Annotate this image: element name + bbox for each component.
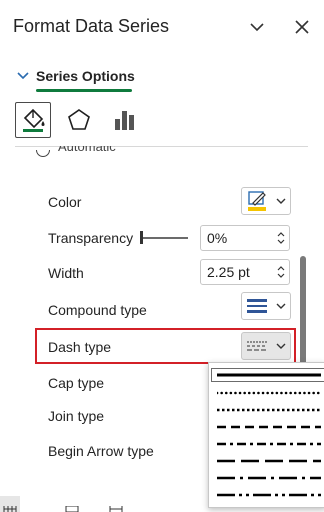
pen-color-icon <box>248 191 266 211</box>
chevron-down-icon <box>250 23 264 32</box>
compound-type-label: Compound type <box>48 302 147 318</box>
chevron-down-icon <box>17 72 29 80</box>
bar-chart-icon <box>115 111 134 130</box>
dash-option-round-dot[interactable] <box>217 386 321 400</box>
close-icon <box>295 20 309 34</box>
dash-option-dash-dot[interactable] <box>217 437 321 451</box>
color-label: Color <box>48 194 82 210</box>
transparency-label: Transparency <box>48 230 134 246</box>
chevron-down-icon[interactable] <box>277 239 285 245</box>
page-break-preview-button[interactable] <box>94 496 138 512</box>
chevron-down-icon <box>274 194 288 208</box>
page-break-icon <box>109 506 123 512</box>
automatic-label: Automatic <box>58 146 116 154</box>
page-layout-button[interactable] <box>50 496 94 512</box>
dash-option-long-dash[interactable] <box>217 454 321 468</box>
grid-icon <box>3 506 17 512</box>
join-type-label: Join type <box>48 408 105 424</box>
transparency-spinner[interactable]: 0% <box>200 225 290 251</box>
transparency-slider[interactable] <box>140 237 188 239</box>
fill-line-tab[interactable] <box>15 102 51 138</box>
series-options-icon-tab[interactable] <box>107 102 143 138</box>
spinner-arrows[interactable] <box>277 265 285 279</box>
effects-tab[interactable] <box>61 102 97 138</box>
page-layout-icon <box>65 506 79 512</box>
dash-option-long-dash-dot-dot[interactable] <box>217 488 321 502</box>
dash-type-highlight <box>35 328 296 364</box>
active-tab-indicator <box>36 89 132 92</box>
pentagon-icon <box>68 109 90 130</box>
chevron-up-icon[interactable] <box>277 231 285 237</box>
automatic-radio[interactable] <box>36 150 52 158</box>
dash-option-dash[interactable] <box>217 420 321 434</box>
pane-header: Format Data Series <box>0 0 324 56</box>
spinner-arrows[interactable] <box>277 231 285 245</box>
format-category-tabs <box>15 102 143 140</box>
cap-type-label: Cap type <box>48 375 105 391</box>
dash-option-long-dash-dot[interactable] <box>217 471 321 485</box>
outline-color-picker[interactable] <box>241 187 291 215</box>
dash-option-solid[interactable] <box>211 368 324 382</box>
chevron-down-icon <box>274 299 288 313</box>
close-pane-button[interactable] <box>289 14 315 40</box>
collapse-pane-button[interactable] <box>244 14 270 40</box>
dash-option-square-dot[interactable] <box>217 403 321 417</box>
chevron-down-icon[interactable] <box>277 273 285 279</box>
transparency-slider-thumb[interactable] <box>140 231 143 244</box>
status-bar <box>0 496 210 512</box>
transparency-value[interactable]: 0% <box>207 230 227 246</box>
series-options-label: Series Options <box>36 68 135 84</box>
series-options-tab[interactable]: Series Options <box>16 62 135 90</box>
chevron-up-icon[interactable] <box>277 265 285 271</box>
width-label: Width <box>48 265 84 281</box>
compound-lines-icon <box>247 299 267 313</box>
width-spinner[interactable]: 2.25 pt <box>200 259 290 285</box>
paint-bucket-icon <box>23 108 45 132</box>
begin-arrow-type-label: Begin Arrow type <box>48 443 154 459</box>
pane-title: Format Data Series <box>13 16 170 36</box>
dash-type-menu <box>208 362 324 508</box>
pane-scrollbar[interactable] <box>300 256 306 366</box>
width-value[interactable]: 2.25 pt <box>207 264 250 280</box>
compound-type-dropdown[interactable] <box>241 292 291 320</box>
normal-view-button[interactable] <box>0 496 20 512</box>
